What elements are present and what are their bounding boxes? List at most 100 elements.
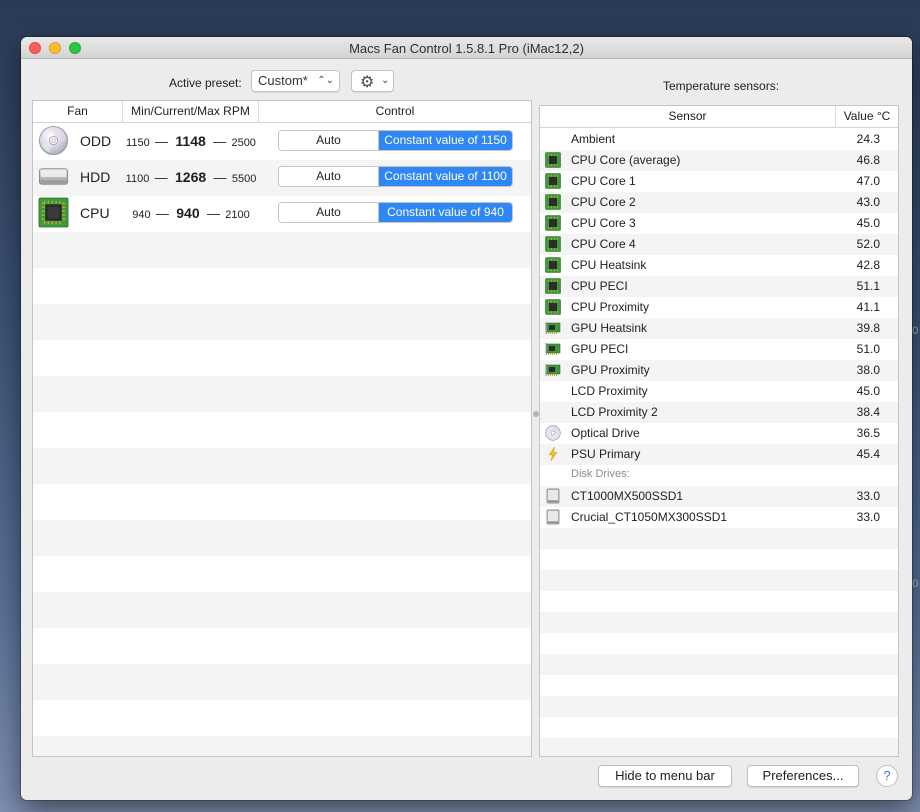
fan-row-cpu: CPU 940 — 940 — 2100 Auto Constant value…: [33, 195, 531, 231]
cpu-chip-icon: [545, 194, 561, 210]
sensor-row[interactable]: CPU Proximity 41.1: [540, 296, 898, 317]
fan-auto-button[interactable]: Auto: [279, 131, 379, 150]
sensor-group-header: Disk Drives:: [540, 464, 898, 485]
sensor-value: 38.0: [856, 363, 880, 377]
column-header-fan[interactable]: Fan: [33, 101, 123, 123]
sensor-row[interactable]: CPU Core 3 45.0: [540, 212, 898, 233]
sensor-name: CPU Core 2: [571, 195, 636, 209]
sensor-name: GPU Heatsink: [571, 321, 648, 335]
fan-row-hdd: HDD 1100 — 1268 — 5500 Auto Constant val…: [33, 159, 531, 195]
column-header-control[interactable]: Control: [259, 101, 531, 123]
graphics-card-icon: [545, 364, 561, 376]
column-header-sensor[interactable]: Sensor: [540, 106, 836, 128]
fan-constant-value-button[interactable]: Constant value of 1150: [379, 131, 512, 150]
fan-auto-button[interactable]: Auto: [279, 203, 379, 222]
ssd-drive-icon: [546, 488, 560, 504]
sensor-value: 36.5: [856, 426, 880, 440]
sensor-row[interactable]: CPU Core 2 43.0: [540, 191, 898, 212]
cpu-chip-icon: [545, 278, 561, 294]
rpm-separator: —: [155, 206, 169, 221]
sensor-name: CPU Core (average): [571, 153, 681, 167]
fan-control-segmented: Auto Constant value of 940: [278, 202, 513, 223]
sensor-value: 45.0: [856, 216, 880, 230]
cpu-chip-icon: [545, 173, 561, 189]
settings-menu-button[interactable]: ⚙ ⌄: [351, 70, 394, 92]
rpm-separator: —: [206, 206, 220, 221]
sensor-row[interactable]: CPU Core 1 47.0: [540, 170, 898, 191]
sensor-row[interactable]: CPU PECI 51.1: [540, 275, 898, 296]
sensor-row[interactable]: Ambient 24.3: [540, 128, 898, 149]
preset-select-value: Custom*: [258, 73, 308, 88]
sensor-value: 52.0: [856, 237, 880, 251]
fan-max-rpm: 2500: [231, 137, 256, 149]
fan-min-rpm: 1100: [125, 173, 150, 185]
cpu-chip-icon: [545, 152, 561, 168]
rpm-separator: —: [155, 134, 169, 149]
help-button[interactable]: ?: [876, 765, 898, 787]
preset-select[interactable]: Custom* ⌃⌄: [251, 70, 340, 92]
fan-name: ODD: [80, 133, 112, 149]
sensor-name: CT1000MX500SSD1: [571, 489, 684, 503]
fan-auto-button[interactable]: Auto: [279, 167, 379, 186]
sensor-group-label: Disk Drives:: [571, 468, 630, 480]
column-header-value[interactable]: Value °C: [836, 106, 898, 128]
fan-rpm-readout: 1150 — 1148 — 2500: [123, 133, 259, 149]
power-bolt-icon: [548, 446, 558, 462]
sensor-row[interactable]: Crucial_CT1050MX300SSD1 33.0: [540, 506, 898, 527]
sensor-row[interactable]: GPU PECI 51.0: [540, 338, 898, 359]
sensor-value: 51.0: [856, 342, 880, 356]
column-header-rpm[interactable]: Min/Current/Max RPM: [123, 101, 259, 123]
sensor-name: CPU Core 4: [571, 237, 636, 251]
sensor-name: PSU Primary: [571, 447, 641, 461]
sensor-value: 47.0: [856, 174, 880, 188]
fan-rpm-readout: 940 — 940 — 2100: [123, 205, 259, 221]
preferences-button[interactable]: Preferences...: [747, 765, 859, 787]
sensor-row[interactable]: LCD Proximity 45.0: [540, 380, 898, 401]
fan-table-header: Fan Min/Current/Max RPM Control: [33, 101, 531, 123]
sensor-row[interactable]: LCD Proximity 2 38.4: [540, 401, 898, 422]
hard-drive-icon: [39, 168, 68, 185]
rpm-separator: —: [213, 134, 227, 149]
sensor-value: 33.0: [856, 489, 880, 503]
sensor-row[interactable]: GPU Heatsink 39.8: [540, 317, 898, 338]
fan-name: CPU: [80, 205, 110, 221]
sensor-table-header: Sensor Value °C: [540, 106, 898, 128]
cpu-chip-icon: [545, 257, 561, 273]
sensor-list: Sensor Value °C Ambient 24.3 CPU Core (ave…: [539, 105, 899, 757]
fan-max-rpm: 5500: [231, 173, 257, 185]
graphics-card-icon: [545, 343, 561, 355]
sensor-row[interactable]: Optical Drive 36.5: [540, 422, 898, 443]
sensor-row[interactable]: CPU Core (average) 46.8: [540, 149, 898, 170]
window-title: Macs Fan Control 1.5.8.1 Pro (iMac12,2): [349, 41, 584, 56]
fan-constant-value-button[interactable]: Constant value of 1100: [379, 167, 512, 186]
sensor-name: Crucial_CT1050MX300SSD1: [571, 510, 728, 524]
sensor-name: Optical Drive: [571, 426, 640, 440]
fan-control-segmented: Auto Constant value of 1150: [278, 130, 513, 151]
hide-to-menu-bar-button[interactable]: Hide to menu bar: [598, 765, 732, 787]
sensor-value: 42.8: [856, 258, 880, 272]
fan-constant-value-button[interactable]: Constant value of 940: [379, 203, 512, 222]
sensor-value: 24.3: [856, 132, 880, 146]
title-bar[interactable]: Macs Fan Control 1.5.8.1 Pro (iMac12,2): [21, 37, 912, 59]
sensor-name: CPU Core 1: [571, 174, 636, 188]
sensor-row[interactable]: CT1000MX500SSD1 33.0: [540, 485, 898, 506]
sensor-rows: Ambient 24.3 CPU Core (average) 46.8 CPU Cor…: [540, 128, 898, 527]
sensor-value: 33.0: [856, 510, 880, 524]
fan-current-rpm: 940: [176, 205, 200, 221]
app-window: Macs Fan Control 1.5.8.1 Pro (iMac12,2) …: [21, 37, 912, 800]
fan-control-segmented: Auto Constant value of 1100: [278, 166, 513, 187]
sensor-row[interactable]: PSU Primary 45.4: [540, 443, 898, 464]
cpu-chip-icon: [545, 215, 561, 231]
sensor-name: CPU Heatsink: [571, 258, 647, 272]
rpm-separator: —: [154, 170, 168, 185]
rpm-separator: —: [213, 170, 227, 185]
sensor-row[interactable]: GPU Proximity 38.0: [540, 359, 898, 380]
optical-drive-icon: [545, 425, 561, 441]
fan-current-rpm: 1148: [175, 133, 206, 149]
fan-max-rpm: 2100: [225, 209, 250, 221]
sensor-name: CPU PECI: [571, 279, 628, 293]
gear-icon: ⚙: [360, 74, 375, 91]
sensor-row[interactable]: CPU Heatsink 42.8: [540, 254, 898, 275]
sensor-value: 43.0: [856, 195, 880, 209]
sensor-row[interactable]: CPU Core 4 52.0: [540, 233, 898, 254]
